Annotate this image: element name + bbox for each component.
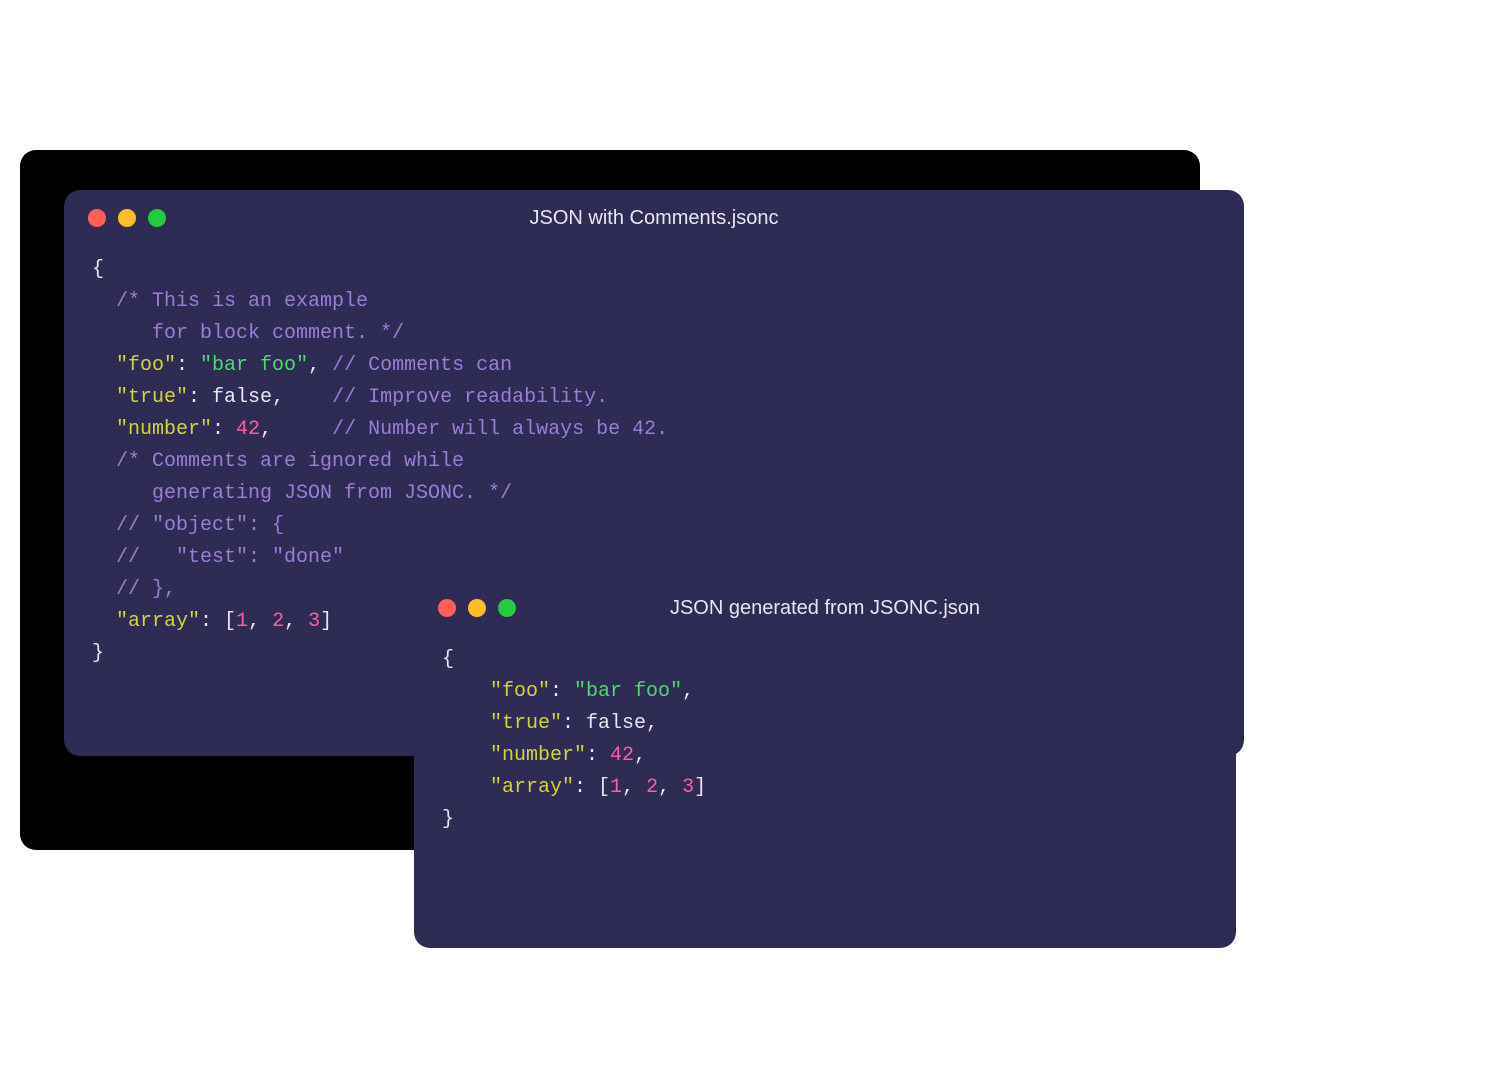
- token-punct: :: [586, 744, 610, 767]
- token-punct: ,: [308, 354, 332, 377]
- token-plain: [92, 354, 116, 377]
- token-punct: ,: [634, 744, 646, 767]
- code-line: "true": false,: [442, 708, 1208, 740]
- close-icon[interactable]: [438, 599, 456, 617]
- traffic-lights: [88, 209, 166, 227]
- code-window-json: JSON generated from JSONC.json { "foo": …: [414, 580, 1236, 948]
- token-comment: // Number will always be 42.: [332, 418, 668, 441]
- code-line: generating JSON from JSONC. */: [92, 478, 1216, 510]
- code-line: // "test": "done": [92, 542, 1216, 574]
- token-key: "true": [116, 386, 188, 409]
- window-title: JSON with Comments.jsonc: [64, 207, 1244, 230]
- token-punct: :: [550, 680, 574, 703]
- token-comment: // },: [92, 578, 176, 601]
- token-punct: ,: [646, 712, 658, 735]
- token-plain: [442, 712, 490, 735]
- token-plain: [442, 776, 490, 799]
- token-string: "bar foo": [200, 354, 308, 377]
- code-line: for block comment. */: [92, 318, 1216, 350]
- token-punct: :: [176, 354, 200, 377]
- code-line: {: [442, 644, 1208, 676]
- code-line: "foo": "bar foo",: [442, 676, 1208, 708]
- token-number: 2: [272, 610, 284, 633]
- token-comment: // Improve readability.: [332, 386, 608, 409]
- minimize-icon[interactable]: [468, 599, 486, 617]
- token-key: "true": [490, 712, 562, 735]
- token-punct: :: [188, 386, 212, 409]
- token-punct: ]: [320, 610, 332, 633]
- token-brace: {: [442, 648, 454, 671]
- code-line: {: [92, 254, 1216, 286]
- token-brace: }: [92, 642, 104, 665]
- code-line: /* This is an example: [92, 286, 1216, 318]
- token-key: "array": [490, 776, 574, 799]
- token-string: "bar foo": [574, 680, 682, 703]
- token-punct: ,: [658, 776, 682, 799]
- token-comment: generating JSON from JSONC. */: [92, 482, 512, 505]
- code-line: "true": false, // Improve readability.: [92, 382, 1216, 414]
- token-comment: // "object": {: [92, 514, 284, 537]
- token-punct: ,: [682, 680, 694, 703]
- token-plain: [92, 386, 116, 409]
- code-line: "number": 42,: [442, 740, 1208, 772]
- token-number: 3: [682, 776, 694, 799]
- token-punct: : [: [200, 610, 236, 633]
- token-comment: /* Comments are ignored while: [92, 450, 464, 473]
- token-comment: for block comment. */: [92, 322, 404, 345]
- window-title: JSON generated from JSONC.json: [414, 597, 1236, 620]
- traffic-lights: [438, 599, 516, 617]
- token-punct: ,: [248, 610, 272, 633]
- token-number: 1: [236, 610, 248, 633]
- token-key: "foo": [490, 680, 550, 703]
- token-punct: : [: [574, 776, 610, 799]
- token-key: "number": [490, 744, 586, 767]
- token-plain: [92, 610, 116, 633]
- code-line: "foo": "bar foo", // Comments can: [92, 350, 1216, 382]
- token-number: 3: [308, 610, 320, 633]
- titlebar: JSON generated from JSONC.json: [414, 580, 1236, 636]
- code-line: /* Comments are ignored while: [92, 446, 1216, 478]
- token-key: "foo": [116, 354, 176, 377]
- token-comment: /* This is an example: [92, 290, 368, 313]
- token-key: "number": [116, 418, 212, 441]
- code-line: "number": 42, // Number will always be 4…: [92, 414, 1216, 446]
- token-punct: ,: [622, 776, 646, 799]
- maximize-icon[interactable]: [148, 209, 166, 227]
- code-line: // "object": {: [92, 510, 1216, 542]
- token-punct: ,: [284, 610, 308, 633]
- token-number: 1: [610, 776, 622, 799]
- token-punct: ,: [272, 386, 332, 409]
- token-brace: {: [92, 258, 104, 281]
- token-comment: // Comments can: [332, 354, 512, 377]
- token-punct: ,: [260, 418, 332, 441]
- token-plain: [92, 418, 116, 441]
- token-bool: false: [212, 386, 272, 409]
- token-punct: :: [212, 418, 236, 441]
- token-key: "array": [116, 610, 200, 633]
- code-line: "array": [1, 2, 3]: [442, 772, 1208, 804]
- token-brace: }: [442, 808, 454, 831]
- token-number: 42: [610, 744, 634, 767]
- token-bool: false: [586, 712, 646, 735]
- maximize-icon[interactable]: [498, 599, 516, 617]
- token-plain: [442, 680, 490, 703]
- token-punct: ]: [694, 776, 706, 799]
- token-number: 2: [646, 776, 658, 799]
- close-icon[interactable]: [88, 209, 106, 227]
- minimize-icon[interactable]: [118, 209, 136, 227]
- titlebar: JSON with Comments.jsonc: [64, 190, 1244, 246]
- token-comment: // "test": "done": [92, 546, 344, 569]
- token-number: 42: [236, 418, 260, 441]
- token-plain: [442, 744, 490, 767]
- code-block: { "foo": "bar foo", "true": false, "numb…: [414, 636, 1236, 864]
- code-line: }: [442, 804, 1208, 836]
- token-punct: :: [562, 712, 586, 735]
